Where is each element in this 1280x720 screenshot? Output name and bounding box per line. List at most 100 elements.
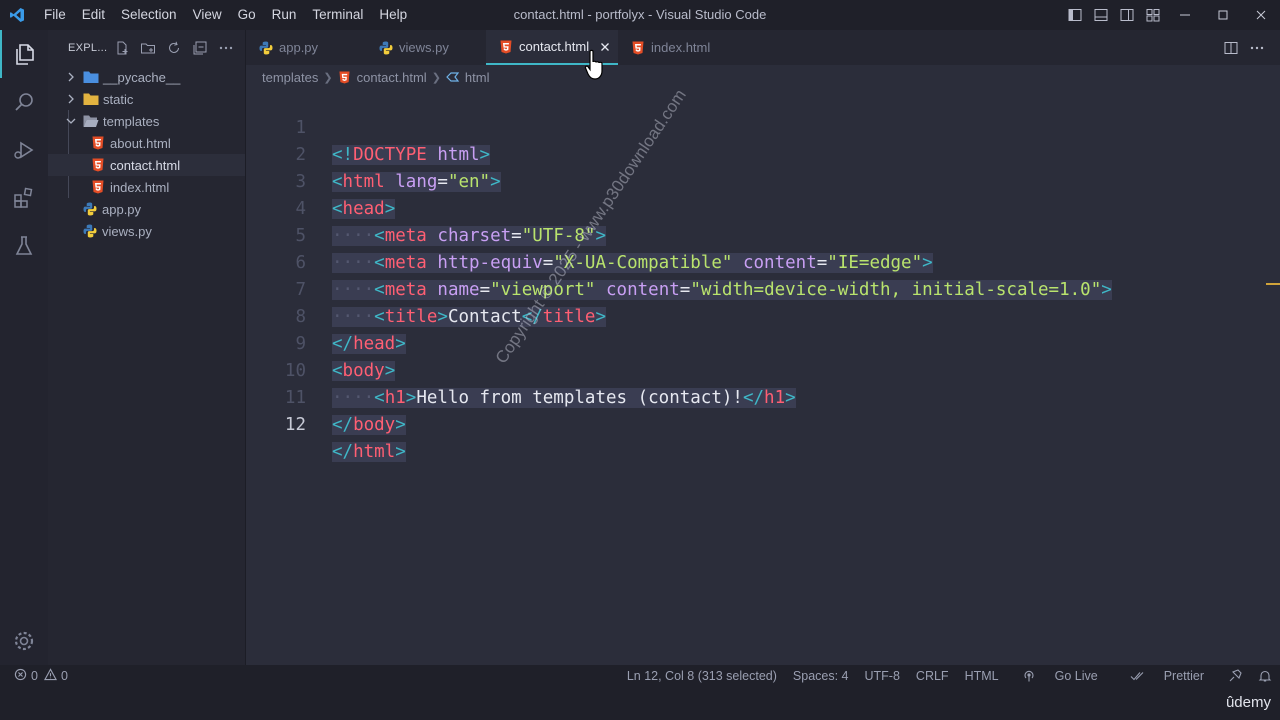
run-and-debug-icon[interactable] [0, 126, 48, 174]
hand-cursor-icon [584, 49, 608, 84]
close-window-icon[interactable] [1242, 0, 1280, 30]
menu-edit[interactable]: Edit [74, 0, 113, 30]
tree-item-label: about.html [110, 135, 171, 151]
code-line: 2 <html lang="en"> [246, 115, 1266, 192]
python-icon [258, 40, 274, 56]
go-live-button[interactable]: Go Live [1007, 669, 1114, 683]
menu-run[interactable]: Run [264, 0, 305, 30]
feedback-icon[interactable] [1220, 669, 1250, 683]
problems-indicator[interactable]: 0 0 [0, 668, 68, 684]
search-icon[interactable] [0, 78, 48, 126]
chevron-right-icon [63, 91, 79, 107]
code-line: 12 </html> [246, 385, 1266, 462]
explorer-icon[interactable] [0, 30, 48, 78]
collapse-all-icon[interactable] [187, 37, 213, 59]
line-number: 12 [284, 415, 306, 435]
testing-flask-icon[interactable] [0, 222, 48, 270]
breadcrumb-file[interactable]: contact.html [357, 70, 427, 85]
element-symbol-icon [446, 70, 460, 84]
notifications-bell-icon[interactable] [1250, 669, 1280, 683]
title-bar: File Edit Selection View Go Run Terminal… [0, 0, 1280, 30]
cursor-position[interactable]: Ln 12, Col 8 (313 selected) [619, 669, 785, 683]
refresh-icon[interactable] [161, 37, 187, 59]
chevron-right-icon: ❯ [431, 71, 441, 84]
language-mode[interactable]: HTML [957, 669, 1007, 683]
status-bar: 0 0 Ln 12, Col 8 (313 selected) Spaces: … [0, 665, 1280, 687]
code-editor[interactable]: 1 <!DOCTYPE html> 2 <html lang="en"> 3 <… [246, 88, 1280, 665]
python-icon [82, 201, 98, 217]
settings-gear-icon[interactable] [0, 617, 48, 665]
code-line: 8 </head> [246, 277, 1266, 354]
html5-icon [630, 40, 646, 56]
tree-item-label: index.html [110, 179, 170, 195]
tree-file-contact-html[interactable]: contact.html [48, 154, 245, 176]
tree-file-index-html[interactable]: index.html [48, 176, 245, 198]
explorer-header: EXPL... [48, 30, 245, 66]
tree-folder-templates[interactable]: templates [48, 110, 245, 132]
broadcast-icon [1015, 670, 1043, 682]
end-of-line[interactable]: CRLF [908, 669, 957, 683]
tab-app-py[interactable]: app.py [246, 30, 366, 65]
status-bar-right: Ln 12, Col 8 (313 selected) Spaces: 4 UT… [619, 665, 1280, 687]
editor-tab-bar: app.py views.py contact.html index.html [246, 30, 1280, 65]
new-folder-icon[interactable] [135, 37, 161, 59]
more-actions-icon[interactable] [1244, 37, 1270, 59]
scrollbar-marker [1266, 283, 1280, 285]
tab-views-py[interactable]: views.py [366, 30, 486, 65]
chevron-down-icon [63, 113, 79, 129]
tree-file-app-py[interactable]: app.py [48, 198, 245, 220]
menu-go[interactable]: Go [230, 0, 264, 30]
tab-label: views.py [399, 40, 449, 55]
split-editor-icon[interactable] [1218, 37, 1244, 59]
maximize-icon[interactable] [1204, 0, 1242, 30]
tree-folder-static[interactable]: static [48, 88, 245, 110]
minimize-icon[interactable] [1166, 0, 1204, 30]
menu-bar: File Edit Selection View Go Run Terminal… [36, 0, 415, 30]
tree-file-views-py[interactable]: views.py [48, 220, 245, 242]
menu-selection[interactable]: Selection [113, 0, 185, 30]
extensions-icon[interactable] [0, 174, 48, 222]
tree-item-label: views.py [102, 223, 152, 239]
folder-icon [83, 69, 99, 85]
encoding[interactable]: UTF-8 [857, 669, 908, 683]
new-file-icon[interactable] [109, 37, 135, 59]
code-line: 5 ····<meta http-equiv="X-UA-Compatible"… [246, 196, 1266, 273]
tree-item-label: __pycache__ [103, 69, 181, 85]
menu-file[interactable]: File [36, 0, 74, 30]
tree-item-label: templates [103, 113, 160, 129]
breadcrumb-symbol[interactable]: html [465, 70, 490, 85]
tab-label: app.py [279, 40, 319, 55]
prettier-button[interactable]: Prettier [1114, 669, 1220, 683]
tree-file-about-html[interactable]: about.html [48, 132, 245, 154]
toggle-secondary-sidebar-icon[interactable] [1114, 0, 1140, 30]
code-line: 7 ····<title>Contact</title> [246, 250, 1266, 327]
tree-item-label: contact.html [110, 157, 181, 173]
code-text: </html> [332, 442, 406, 462]
tree-folder-pycache[interactable]: __pycache__ [48, 66, 245, 88]
html5-icon [338, 70, 352, 84]
more-actions-icon[interactable] [213, 37, 239, 59]
toggle-primary-sidebar-icon[interactable] [1062, 0, 1088, 30]
double-check-icon [1122, 670, 1152, 682]
vscode-logo-icon [0, 0, 34, 30]
warning-count: 0 [60, 669, 68, 683]
video-bottom-strip [0, 687, 1280, 720]
customize-layout-icon[interactable] [1140, 0, 1166, 30]
breadcrumb-folder[interactable]: templates [262, 70, 318, 85]
error-count: 0 [31, 669, 38, 683]
toggle-panel-icon[interactable] [1088, 0, 1114, 30]
html5-icon [498, 39, 514, 55]
menu-help[interactable]: Help [371, 0, 415, 30]
tab-index-html[interactable]: index.html [618, 30, 748, 65]
menu-terminal[interactable]: Terminal [304, 0, 371, 30]
indentation[interactable]: Spaces: 4 [785, 669, 857, 683]
tab-label: contact.html [519, 39, 590, 54]
breadcrumb: templates ❯ contact.html ❯ html [262, 66, 489, 88]
tab-label: index.html [651, 40, 711, 55]
folder-icon [83, 91, 99, 107]
code-line: 1 <!DOCTYPE html> [246, 88, 1266, 165]
code-line: 11 </body> [246, 358, 1266, 435]
menu-view[interactable]: View [185, 0, 230, 30]
open-folder-icon [83, 113, 99, 129]
python-icon [82, 223, 98, 239]
